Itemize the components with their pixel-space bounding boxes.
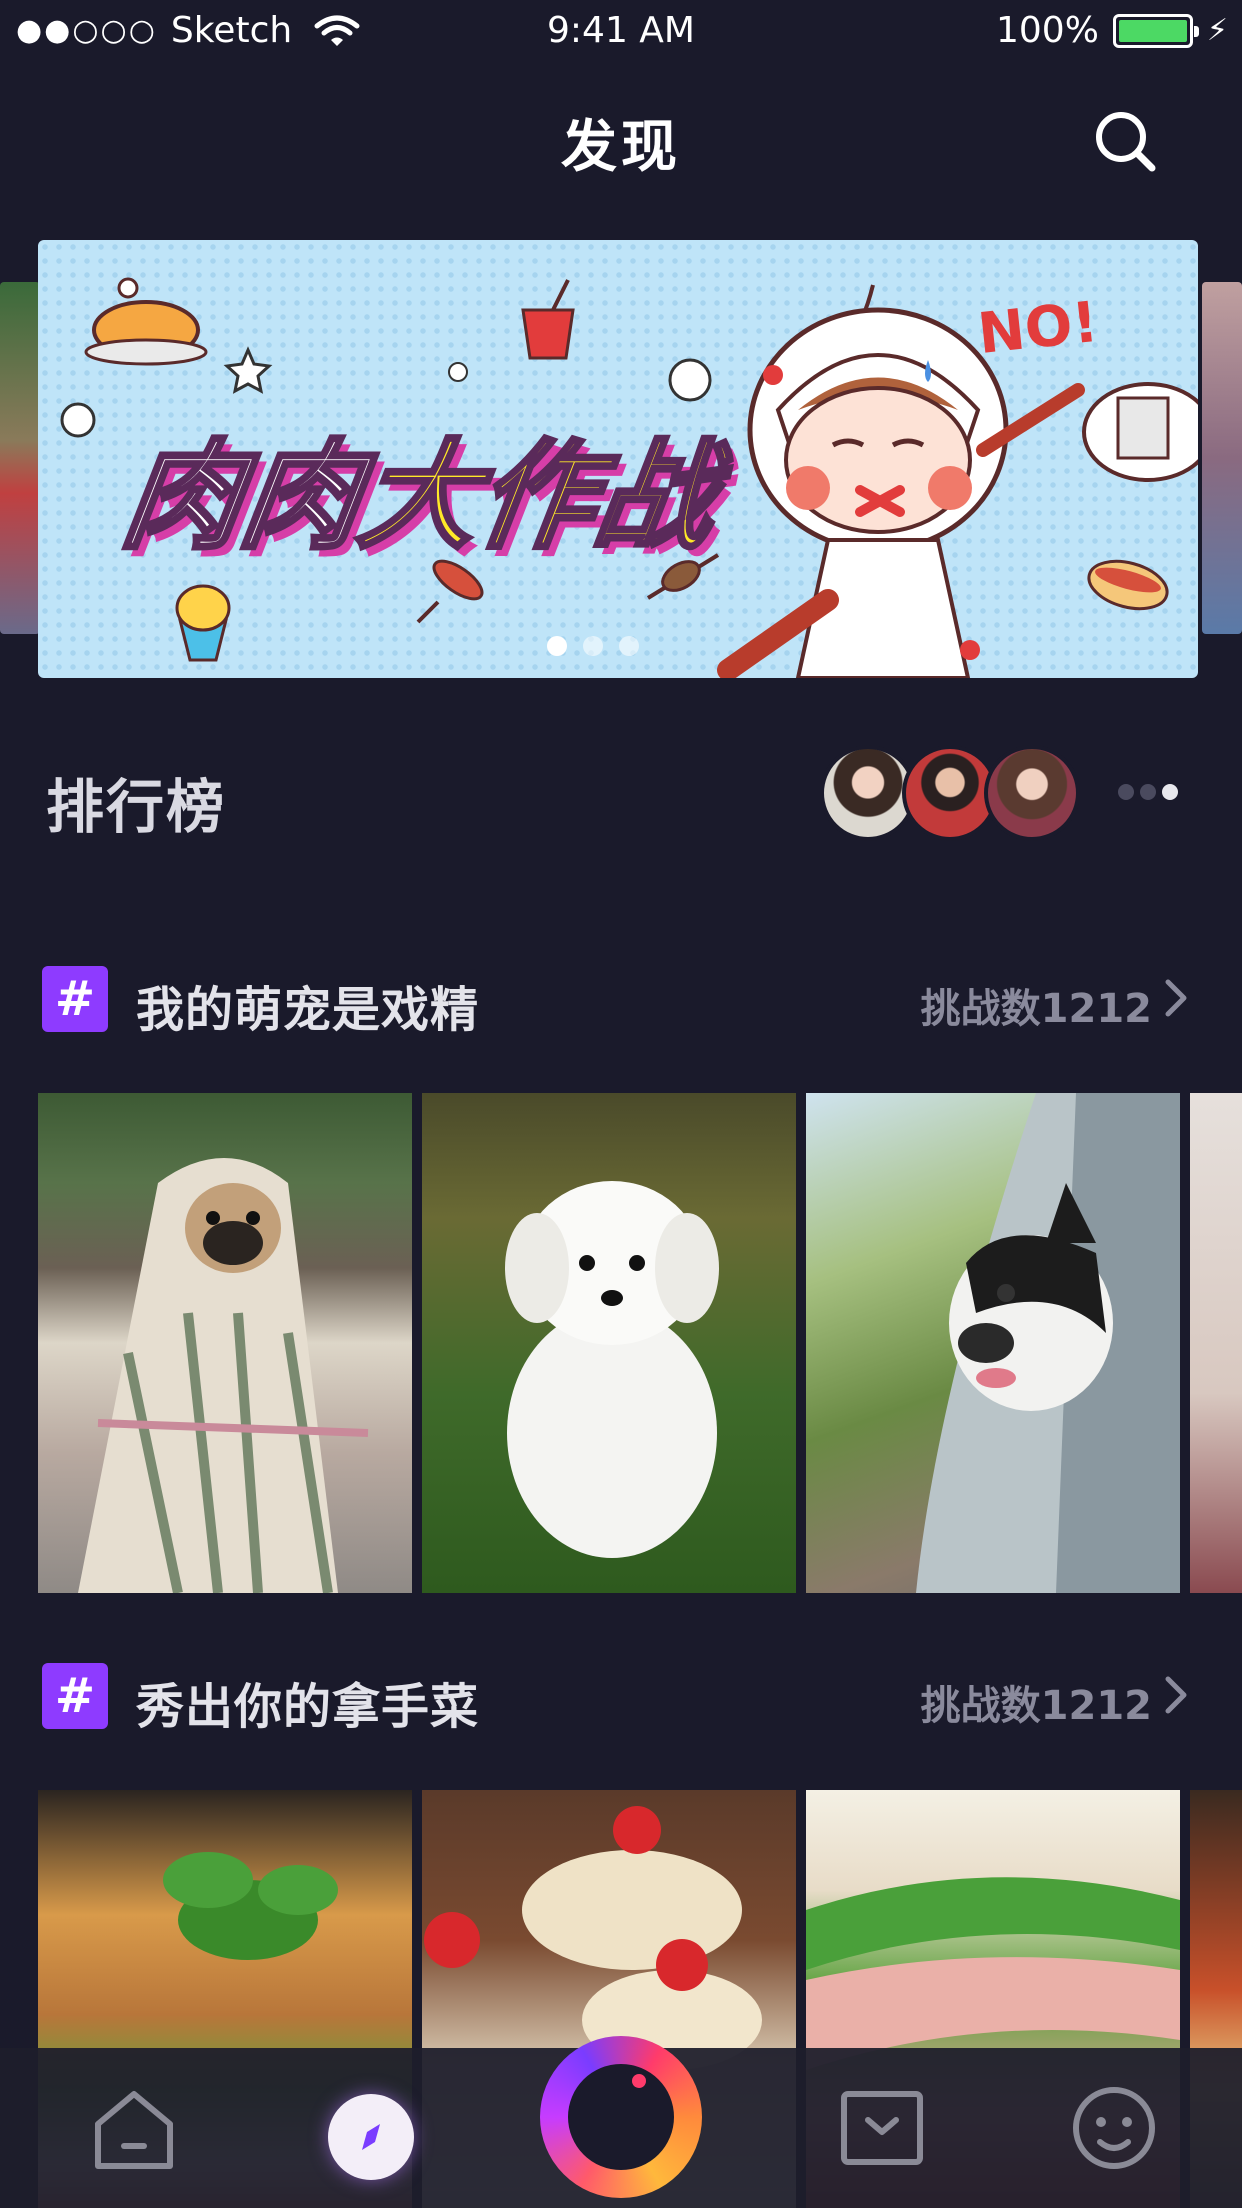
tab-bar [0,2036,1242,2208]
page-dot [583,636,603,656]
hotdog-sticker [1087,559,1169,611]
home-icon[interactable] [86,2080,182,2176]
more-icon[interactable] [1118,780,1190,804]
banner-next-peek[interactable] [1202,282,1242,634]
compass-icon [362,2124,380,2150]
profile-face-icon[interactable] [1066,2080,1162,2176]
thumbnail-pug-in-blanket[interactable] [38,1093,412,1593]
topic-title: 我的萌宠是戏精 [136,982,480,1038]
leaderboard-row[interactable]: 排行榜 [0,740,1242,850]
challenge-count: 挑战数1212 [920,986,1152,1032]
charging-bolt-icon: ⚡ [1206,13,1228,48]
topic-thumbnail-row[interactable] [38,1093,1242,1593]
record-icon[interactable] [540,2036,702,2198]
inbox-icon[interactable] [834,2080,930,2176]
banner-carousel[interactable]: 肉肉大作战 NO! [38,240,1198,678]
topic-header[interactable]: # 秀出你的拿手菜 挑战数1212 [0,1657,1242,1737]
hashtag-icon: # [42,1663,108,1729]
nav-header: 发现 [0,90,1242,190]
status-bar: ●●○○○ Sketch 9:41 AM 100% ⚡ [0,0,1242,64]
battery-icon [1112,13,1199,48]
page-dot [619,636,639,656]
thumbnail-white-puppy[interactable] [422,1093,796,1593]
topic-title: 秀出你的拿手菜 [136,1679,480,1735]
chevron-right-icon[interactable] [1160,978,1192,1018]
topic-header[interactable]: # 我的萌宠是戏精 挑战数1212 [0,960,1242,1040]
challenge-count: 挑战数1212 [920,1683,1152,1729]
puppy-image [505,1181,719,1558]
hashtag-icon: # [42,966,108,1032]
status-right: 100% ⚡ [996,10,1228,51]
avatar[interactable] [984,745,1080,841]
search-icon[interactable] [1092,108,1158,174]
banner-title: 肉肉大作战 [113,425,726,567]
bulldog-image [916,1093,1180,1593]
drink-sticker [521,279,575,360]
discover-icon[interactable] [328,2094,414,2180]
scale-sticker [1082,382,1198,482]
thumbnail-partial[interactable] [1190,1093,1242,1593]
pug-image [78,1158,369,1593]
page-dot [547,636,567,656]
roast-chicken-sticker [84,277,208,366]
thumbnail-bulldog-car[interactable] [806,1093,1180,1593]
banner-page-indicator [38,636,1198,656]
leaderboard-title: 排行榜 [46,773,227,841]
battery-percent: 100% [996,10,1099,51]
chevron-right-icon[interactable] [1160,1675,1192,1715]
page-title: 发现 [561,115,681,180]
leaderboard-avatars[interactable] [820,745,1090,841]
banner-prev-peek[interactable] [0,282,40,634]
banner-sticker-text: NO! [974,289,1102,368]
